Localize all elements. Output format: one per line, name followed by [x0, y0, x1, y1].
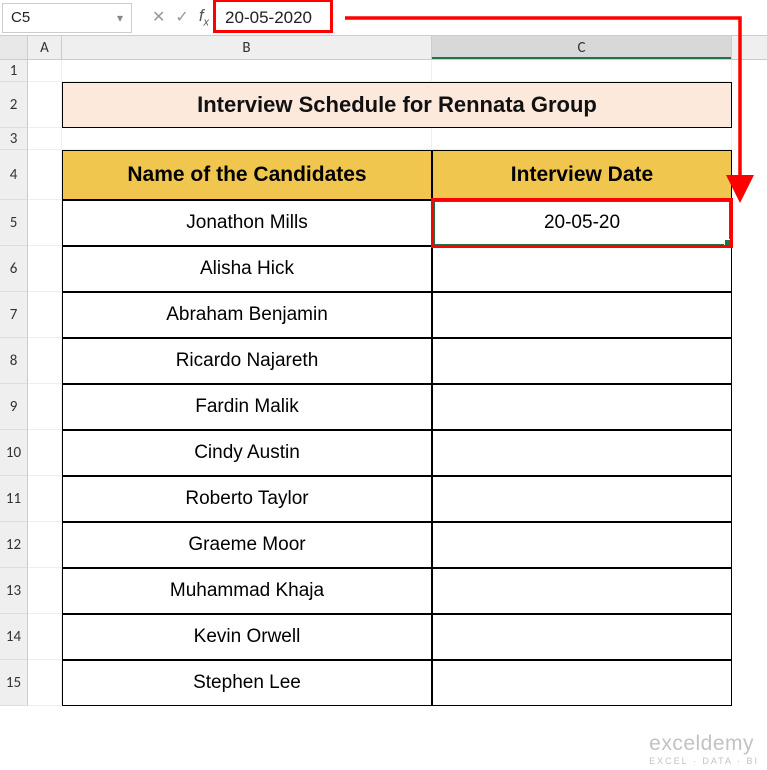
row-header[interactable]: 8: [0, 338, 28, 384]
cell[interactable]: [432, 292, 732, 338]
column-header[interactable]: B: [62, 36, 432, 59]
name-box[interactable]: C5 ▾: [2, 3, 132, 33]
row-header[interactable]: 14: [0, 614, 28, 660]
table-row[interactable]: Jonathon Mills: [62, 200, 432, 246]
cell[interactable]: [28, 150, 62, 200]
cell[interactable]: [28, 384, 62, 430]
cell[interactable]: [28, 338, 62, 384]
cell[interactable]: [28, 430, 62, 476]
cell[interactable]: [28, 568, 62, 614]
row-header[interactable]: 3: [0, 128, 28, 150]
cell[interactable]: [28, 128, 62, 150]
cell[interactable]: [432, 128, 732, 150]
cell[interactable]: [28, 522, 62, 568]
row-header[interactable]: 15: [0, 660, 28, 706]
cell[interactable]: [432, 430, 732, 476]
enter-icon[interactable]: ✓: [175, 7, 188, 27]
table-header-name[interactable]: Name of the Candidates: [62, 150, 432, 200]
cell[interactable]: [432, 614, 732, 660]
row-header[interactable]: 7: [0, 292, 28, 338]
row-header[interactable]: 5: [0, 200, 28, 246]
row-header[interactable]: 11: [0, 476, 28, 522]
cell[interactable]: [28, 82, 62, 128]
chevron-down-icon[interactable]: ▾: [117, 11, 123, 25]
row-header[interactable]: 10: [0, 430, 28, 476]
grid: A B C Interview Schedule for Rennata Gro…: [28, 36, 767, 706]
table-row[interactable]: Abraham Benjamin: [62, 292, 432, 338]
table-row[interactable]: Graeme Moor: [62, 522, 432, 568]
cell[interactable]: [28, 200, 62, 246]
table-row[interactable]: Stephen Lee: [62, 660, 432, 706]
row-header[interactable]: 2: [0, 82, 28, 128]
table-row[interactable]: Kevin Orwell: [62, 614, 432, 660]
select-all-corner[interactable]: [0, 36, 28, 60]
cell-c5[interactable]: 20-05-20: [432, 200, 732, 246]
row-header[interactable]: 1: [0, 60, 28, 82]
table-row[interactable]: Ricardo Najareth: [62, 338, 432, 384]
row-header[interactable]: 4: [0, 150, 28, 200]
formula-value: 20-05-2020: [225, 8, 312, 28]
table-row[interactable]: Roberto Taylor: [62, 476, 432, 522]
cell[interactable]: [62, 60, 432, 82]
column-header[interactable]: A: [28, 36, 62, 59]
row-header[interactable]: 9: [0, 384, 28, 430]
row-header[interactable]: 12: [0, 522, 28, 568]
cell[interactable]: [28, 60, 62, 82]
row-header[interactable]: 13: [0, 568, 28, 614]
name-box-value: C5: [11, 9, 30, 26]
cell[interactable]: [432, 476, 732, 522]
sheet-title[interactable]: Interview Schedule for Rennata Group: [62, 82, 732, 128]
cell[interactable]: [28, 660, 62, 706]
cell[interactable]: [432, 660, 732, 706]
cell[interactable]: [432, 384, 732, 430]
table-row[interactable]: Alisha Hick: [62, 246, 432, 292]
cell[interactable]: [432, 522, 732, 568]
cell[interactable]: [28, 476, 62, 522]
table-header-date[interactable]: Interview Date: [432, 150, 732, 200]
cell[interactable]: [432, 568, 732, 614]
row-header-gutter: 1 2 3 4 5 6 7 8 9 10 11 12 13 14 15: [0, 36, 28, 706]
cell[interactable]: [28, 614, 62, 660]
table-row[interactable]: Cindy Austin: [62, 430, 432, 476]
cell[interactable]: [28, 246, 62, 292]
cell[interactable]: [28, 292, 62, 338]
column-header-row: A B C: [28, 36, 767, 60]
cell[interactable]: [62, 128, 432, 150]
fx-icon[interactable]: fx: [199, 6, 209, 28]
row-header[interactable]: 6: [0, 246, 28, 292]
formula-input[interactable]: 20-05-2020: [215, 3, 767, 33]
cancel-icon[interactable]: ✕: [152, 7, 165, 27]
cell[interactable]: [432, 246, 732, 292]
formula-bar-icons: ✕ ✓ fx: [146, 6, 215, 28]
column-header[interactable]: C: [432, 36, 732, 59]
worksheet: 1 2 3 4 5 6 7 8 9 10 11 12 13 14 15 A B …: [0, 36, 767, 706]
table-row[interactable]: Muhammad Khaja: [62, 568, 432, 614]
table-row[interactable]: Fardin Malik: [62, 384, 432, 430]
cell[interactable]: [432, 338, 732, 384]
formula-bar: C5 ▾ ✕ ✓ fx 20-05-2020: [0, 0, 767, 36]
cell[interactable]: [432, 60, 732, 82]
watermark: exceldemy EXCEL · DATA · BI: [649, 732, 759, 766]
